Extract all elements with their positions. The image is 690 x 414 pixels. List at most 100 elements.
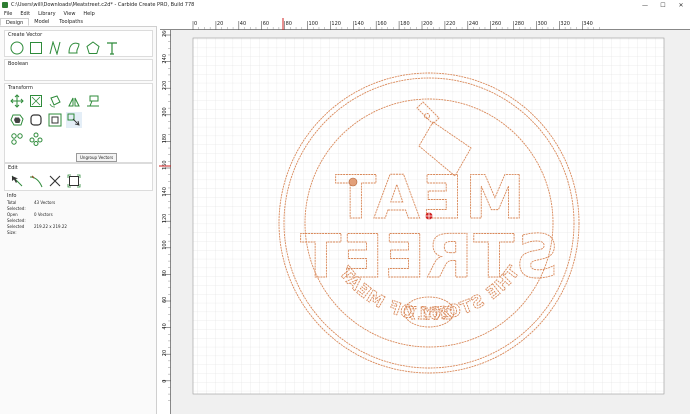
curve-tool-button[interactable]: [66, 40, 82, 56]
fit-icon: [67, 174, 81, 188]
transform-header: Transform: [8, 85, 33, 91]
ruler-label: 140: [162, 187, 168, 197]
text-icon: [107, 42, 117, 55]
join-tool-button[interactable]: [28, 112, 44, 128]
logo-year: 2017: [405, 304, 452, 324]
info-value: 219.22 x 219.22: [34, 224, 67, 229]
ruler-label: 220: [446, 21, 456, 27]
menu-file[interactable]: File: [4, 11, 12, 17]
horizontal-ruler-ticks: 0 20 40 60 80 100 120 140 160 180 200 220 240 260 280 3…: [192, 18, 600, 30]
circular-array-tool-button[interactable]: [28, 131, 44, 147]
scale-tool-button[interactable]: [28, 93, 44, 109]
ruler-label: 280: [515, 21, 525, 27]
array-icon: [11, 133, 23, 145]
edit-header: Edit: [8, 165, 18, 171]
cut-tool-button[interactable]: [47, 173, 63, 189]
polygon-icon: [86, 41, 100, 54]
rectangle-tool-button[interactable]: [28, 40, 44, 56]
ruler-label: 40: [240, 21, 246, 27]
ruler-label: 180: [162, 134, 168, 144]
menu-edit[interactable]: Edit: [20, 11, 30, 17]
ruler-label: 60: [162, 297, 168, 303]
group-icon: [48, 113, 62, 127]
ruler-label: 200: [162, 107, 168, 117]
ruler-label: 0: [162, 380, 168, 383]
info-label: Selected Size:: [7, 224, 25, 235]
boolean-section: Boolean: [4, 59, 153, 81]
design-sidebar: Create Vector Boolean Transform Ungroup …: [0, 27, 157, 414]
rotate-icon: [49, 95, 61, 108]
menu-library[interactable]: Library: [38, 11, 55, 17]
align-icon: [87, 95, 99, 107]
ruler-label: 140: [354, 21, 364, 27]
cut-icon: [49, 175, 61, 187]
fit-tool-button[interactable]: [66, 173, 82, 189]
menu-help[interactable]: Help: [83, 11, 94, 17]
ruler-label: 200: [423, 21, 433, 27]
align-tool-button[interactable]: [85, 93, 101, 109]
canvas-svg[interactable]: MEAT STREET THE STORY OF MEAT 2017: [171, 30, 690, 414]
ungroup-icon: [67, 113, 80, 126]
mirror-tool-button[interactable]: [66, 93, 82, 109]
offset-tool-button[interactable]: [9, 112, 25, 128]
vertical-ruler: 260 240 220 200 180 160 140 120 100 80 60 40 20 0: [159, 27, 171, 414]
window-controls: — ☐ ✕: [636, 0, 690, 10]
join-icon: [30, 114, 42, 126]
rectangle-icon: [30, 42, 42, 54]
transform-section: Transform: [4, 83, 153, 163]
ruler-label: 100: [162, 240, 168, 250]
menu-bar: File Edit Library View Help: [0, 10, 690, 18]
ruler-label: 120: [162, 214, 168, 224]
text-tool-button[interactable]: [104, 40, 120, 56]
polygon-tool-button[interactable]: [85, 40, 101, 56]
info-selected-size: Selected Size: 219.22 x 219.22: [4, 224, 153, 236]
info-value: 43 Vectors: [34, 200, 56, 205]
info-total-selected: Total Selected: 43 Vectors: [4, 200, 153, 212]
edit-section: Edit: [4, 163, 153, 191]
boolean-header: Boolean: [8, 61, 29, 67]
ungroup-tool-button[interactable]: [66, 112, 82, 128]
ungroup-tooltip: Ungroup Vectors: [76, 153, 118, 162]
create-vector-section: Create Vector: [4, 30, 153, 57]
close-button[interactable]: ✕: [672, 0, 690, 10]
ruler-label: 260: [162, 30, 168, 37]
tab-design[interactable]: Design: [0, 18, 30, 26]
node-edit-tool-button[interactable]: [9, 173, 25, 189]
design-canvas[interactable]: MEAT STREET THE STORY OF MEAT 2017: [171, 30, 690, 414]
tab-model[interactable]: Model: [29, 18, 54, 26]
info-header: Info: [7, 193, 17, 199]
ruler-label: 240: [469, 21, 479, 27]
maximize-button[interactable]: ☐: [654, 0, 672, 10]
logo-word-street: STREET: [299, 222, 558, 292]
create-vector-header: Create Vector: [8, 32, 43, 38]
node-edit-icon: [11, 175, 23, 187]
move-tool-button[interactable]: [9, 93, 25, 109]
handle-dot-icon[interactable]: [348, 177, 358, 187]
title-bar: C:\Users\will\Downloads\Meatstreet.c2d* …: [0, 0, 690, 10]
ruler-label: 240: [162, 54, 168, 64]
rotate-tool-button[interactable]: [47, 93, 63, 109]
circular-array-icon: [29, 132, 43, 146]
minimize-button[interactable]: —: [636, 0, 654, 10]
info-section: Info Total Selected: 43 Vectors Open Sel…: [4, 192, 153, 235]
circle-tool-button[interactable]: [9, 40, 25, 56]
polyline-tool-button[interactable]: [47, 40, 63, 56]
mirror-icon: [68, 97, 80, 107]
mode-tabs: Design Model Toolpaths: [0, 18, 157, 27]
tab-toolpaths[interactable]: Toolpaths: [54, 18, 88, 26]
ruler-label: 120: [331, 21, 341, 27]
ruler-label: 300: [538, 21, 548, 27]
menu-view[interactable]: View: [64, 11, 76, 17]
trim-tool-button[interactable]: [28, 173, 44, 189]
ruler-label: 20: [162, 350, 168, 356]
vertical-ruler-ticks: 260240220200180160140120100806040200: [159, 27, 171, 401]
circle-icon: [10, 41, 24, 55]
ruler-label: 60: [263, 21, 269, 27]
ruler-label: 100: [309, 21, 319, 27]
window-title: C:\Users\will\Downloads\Meatstreet.c2d* …: [11, 2, 195, 8]
group-tool-button[interactable]: [47, 112, 63, 128]
ruler-label: 80: [162, 270, 168, 276]
app-icon: [2, 2, 8, 8]
array-tool-button[interactable]: [9, 131, 25, 147]
ruler-label: 160: [162, 160, 168, 170]
